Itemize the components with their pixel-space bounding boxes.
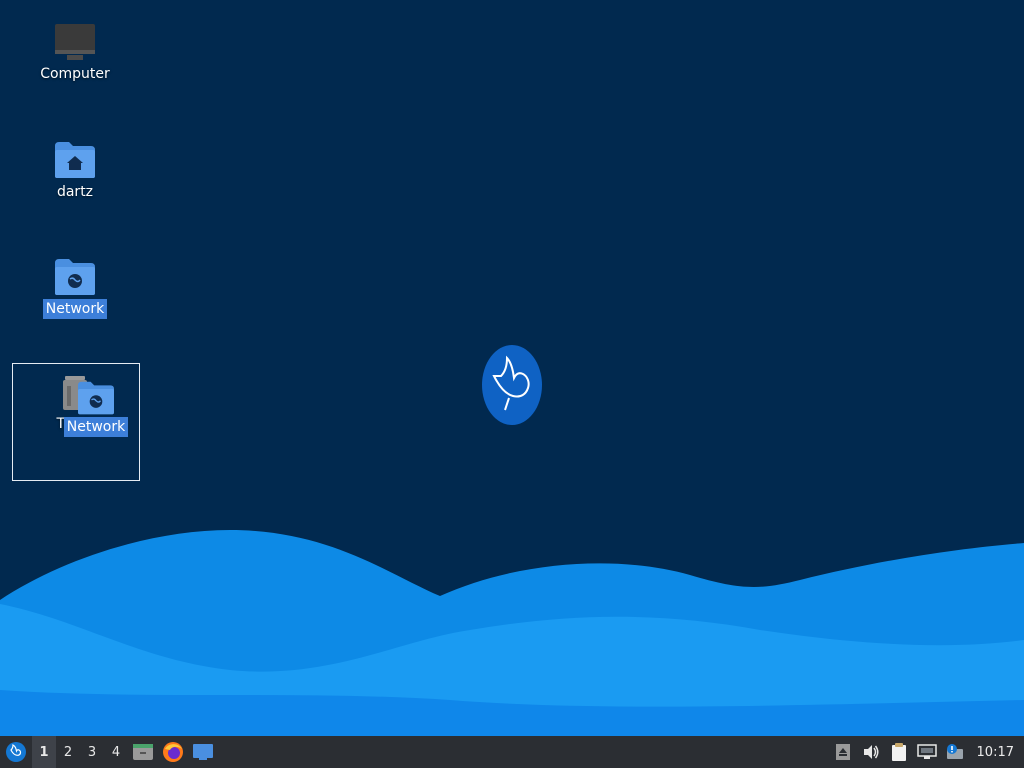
drag-ghost-label: Network bbox=[63, 417, 129, 437]
whisker-menu-icon bbox=[6, 742, 26, 762]
network-folder-icon bbox=[55, 259, 95, 295]
workspace-2[interactable]: 2 bbox=[56, 736, 80, 768]
whisker-menu-button[interactable] bbox=[0, 736, 32, 768]
desktop-icon-label: Network bbox=[42, 299, 108, 319]
firefox-launcher[interactable] bbox=[158, 736, 188, 768]
network-folder-icon bbox=[78, 381, 114, 415]
firefox-icon bbox=[163, 742, 183, 762]
system-tray: 10:17 bbox=[829, 736, 1024, 768]
file-manager-launcher[interactable] bbox=[128, 736, 158, 768]
updates-button[interactable] bbox=[941, 736, 969, 768]
desktop-icon-label: Computer bbox=[40, 66, 110, 82]
computer-icon bbox=[55, 24, 95, 60]
workspace-4[interactable]: 4 bbox=[104, 736, 128, 768]
desktop-icon-label: dartz bbox=[56, 184, 94, 200]
volume-button[interactable] bbox=[857, 736, 885, 768]
desktop-icon-network[interactable]: Network bbox=[25, 257, 125, 319]
distro-logo bbox=[482, 345, 542, 425]
home-folder-icon bbox=[55, 142, 95, 178]
show-desktop-launcher[interactable] bbox=[188, 736, 218, 768]
workspace-1[interactable]: 1 bbox=[32, 736, 56, 768]
eject-icon bbox=[835, 744, 850, 760]
show-desktop-icon bbox=[193, 744, 213, 760]
eject-button[interactable] bbox=[829, 736, 857, 768]
updates-icon bbox=[946, 744, 963, 759]
network-status-icon bbox=[916, 744, 937, 759]
clock[interactable]: 10:17 bbox=[969, 745, 1024, 760]
clipboard-icon bbox=[891, 743, 906, 761]
drag-ghost-network: Network bbox=[62, 380, 130, 437]
volume-icon bbox=[863, 745, 879, 759]
desktop-icon-computer[interactable]: Computer bbox=[25, 22, 125, 84]
workspace-3[interactable]: 3 bbox=[80, 736, 104, 768]
file-manager-icon bbox=[133, 744, 153, 760]
network-status-button[interactable] bbox=[913, 736, 941, 768]
desktop-icon-home[interactable]: dartz bbox=[25, 140, 125, 202]
taskbar: 1 2 3 4 10:17 bbox=[0, 736, 1024, 768]
clipboard-button[interactable] bbox=[885, 736, 913, 768]
